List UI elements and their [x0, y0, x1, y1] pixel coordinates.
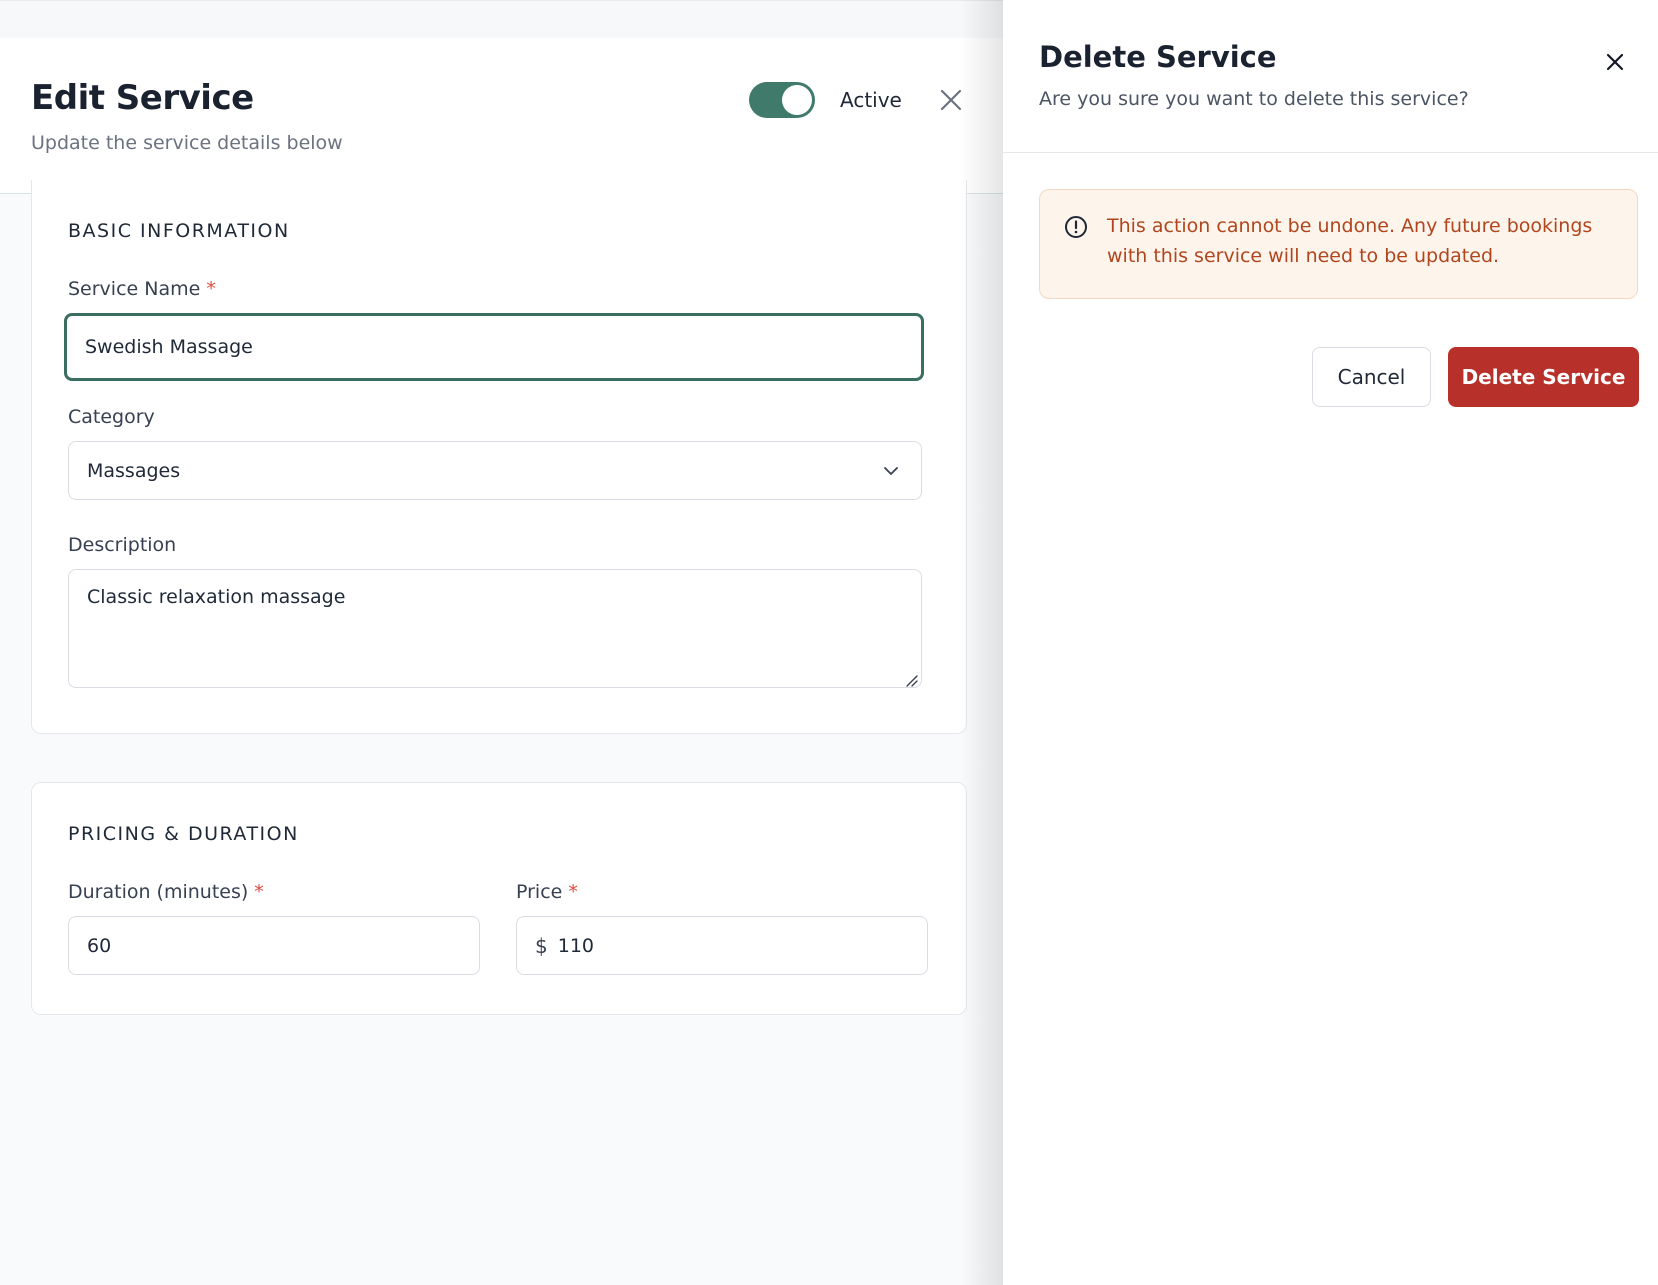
service-name-label-text: Service Name [68, 278, 201, 300]
duration-value: 60 [87, 934, 112, 957]
price-label-text: Price [516, 881, 563, 903]
price-input[interactable]: $ 110 [516, 916, 928, 975]
price-value: 110 [557, 934, 594, 957]
edit-service-header: Edit Service Update the service details … [0, 38, 1004, 194]
service-name-label: Service Name * [68, 278, 216, 300]
pricing-duration-card: PRICING & DURATION Duration (minutes) * 6… [31, 782, 967, 1015]
warning-text: This action cannot be undone. Any future… [1107, 215, 1593, 267]
service-name-input[interactable]: Swedish Massage [64, 313, 924, 381]
category-value: Massages [87, 459, 181, 482]
active-toggle[interactable] [749, 82, 815, 118]
page-subtitle: Update the service details below [31, 132, 343, 154]
page-title: Edit Service [31, 78, 254, 118]
duration-label-text: Duration (minutes) [68, 881, 249, 903]
resize-handle-icon[interactable] [905, 671, 919, 687]
warning-alert: This action cannot be undone. Any future… [1039, 189, 1638, 299]
description-value: Classic relaxation massage [87, 586, 346, 608]
toggle-knob [782, 85, 812, 115]
description-textarea[interactable]: Classic relaxation massage [68, 569, 922, 688]
delete-service-button[interactable]: Delete Service [1448, 347, 1639, 407]
active-label: Active [840, 88, 902, 112]
duration-label: Duration (minutes) * [68, 881, 264, 903]
panel-shadow [960, 0, 1004, 1285]
panel-title: Delete Service [1039, 40, 1277, 74]
required-mark: * [206, 278, 216, 300]
chevron-down-icon [883, 462, 899, 478]
price-label: Price * [516, 881, 578, 903]
panel-subtitle: Are you sure you want to delete this ser… [1039, 88, 1469, 110]
cancel-button[interactable]: Cancel [1312, 347, 1431, 407]
category-label: Category [68, 406, 155, 428]
required-mark: * [568, 881, 578, 903]
required-mark: * [254, 881, 264, 903]
panel-header: Delete Service Are you sure you want to … [1003, 0, 1658, 153]
alert-circle-icon [1064, 215, 1088, 239]
duration-input[interactable]: 60 [68, 916, 480, 975]
currency-symbol: $ [535, 933, 548, 958]
description-label: Description [68, 534, 177, 556]
close-icon[interactable] [1605, 52, 1625, 72]
section-title: BASIC INFORMATION [68, 220, 290, 242]
service-name-value: Swedish Massage [85, 336, 253, 358]
basic-information-card: BASIC INFORMATION Service Name * Swedish … [31, 180, 967, 734]
delete-service-panel: Delete Service Are you sure you want to … [1003, 0, 1658, 1285]
section-title: PRICING & DURATION [68, 823, 299, 845]
category-select[interactable]: Massages [68, 441, 922, 500]
